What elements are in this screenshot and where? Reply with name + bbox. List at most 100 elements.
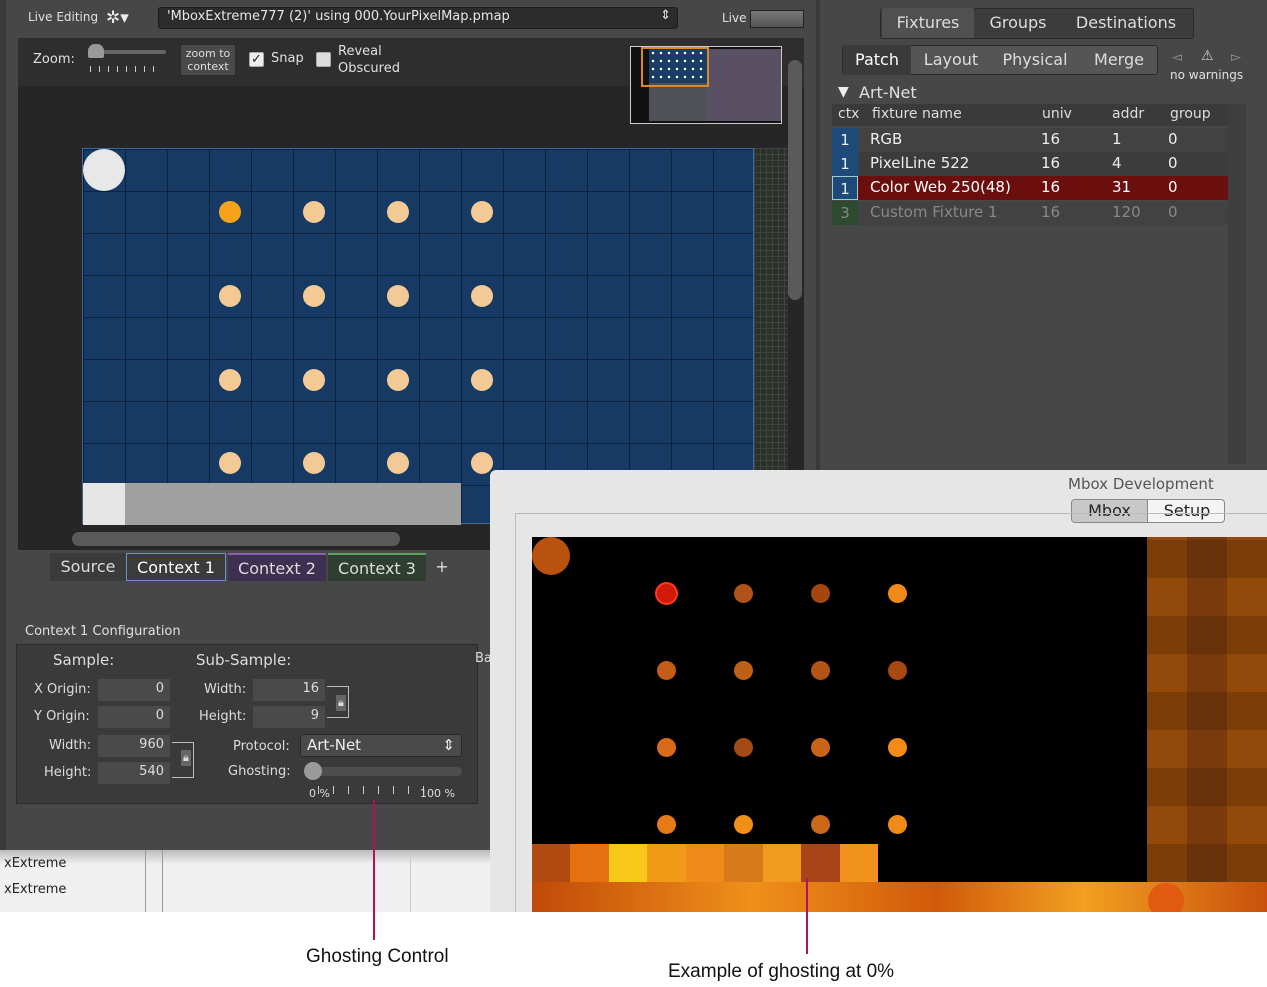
ctx-badge: 1 [832, 176, 858, 200]
cell-name: Color Web 250(48) [870, 178, 1011, 196]
tab-groups[interactable]: Groups [976, 8, 1060, 38]
tab-layout[interactable]: Layout [912, 45, 990, 75]
navigator-minimap[interactable] [630, 46, 782, 124]
horizontal-scrollbar[interactable] [72, 532, 400, 546]
width-field[interactable]: 960 [98, 735, 170, 757]
column-univ[interactable]: univ [1042, 106, 1072, 122]
y-origin-field[interactable]: 0 [98, 706, 170, 728]
vertical-scrollbar[interactable] [788, 60, 802, 300]
ghosting-callout-label: Ghosting Control [306, 946, 449, 967]
fixture-dot[interactable] [219, 285, 241, 307]
zoom-ticks [90, 66, 162, 72]
tab-merge[interactable]: Merge [1080, 45, 1158, 75]
reveal-line1: Reveal [338, 44, 382, 59]
output-dot [657, 584, 676, 603]
tab-context-1[interactable]: Context 1 [126, 553, 226, 581]
file-select[interactable]: 'MboxExtreme777 (2)' using 000.YourPixel… [158, 7, 678, 29]
fixture-dot[interactable] [471, 452, 493, 474]
column-fixture-name[interactable]: fixture name [872, 106, 962, 122]
zoom-to-context-button[interactable]: zoom to context [180, 44, 236, 76]
cell-name: RGB [870, 130, 903, 148]
tab-patch[interactable]: Patch [843, 45, 911, 75]
cell-addr: 120 [1112, 203, 1141, 221]
output-dot [811, 661, 830, 680]
subsample-heading: Sub-Sample: [196, 651, 292, 669]
minimap-viewport[interactable] [641, 47, 709, 87]
ghosting-slider[interactable] [304, 767, 462, 776]
fixture-dot[interactable] [303, 285, 325, 307]
protocol-select[interactable]: Art-Net ⇕ [300, 734, 462, 757]
cell-group: 0 [1168, 154, 1178, 172]
fixture-dot[interactable] [387, 201, 409, 223]
column-group[interactable]: group [1170, 106, 1211, 122]
table-row[interactable]: 1 RGB 16 1 0 [832, 128, 1246, 152]
canvas-offmap-area [754, 148, 788, 524]
mbox-window-title: Mbox Development [1068, 475, 1214, 493]
example-callout-line [806, 878, 808, 954]
fixture-dot[interactable] [387, 285, 409, 307]
pixel [570, 844, 609, 882]
table-row[interactable]: 1 PixelLine 522 16 4 0 [832, 152, 1246, 176]
fixture-dot[interactable] [471, 285, 493, 307]
tab-source[interactable]: Source [50, 553, 126, 581]
mode-label: Live Editing [28, 10, 99, 24]
live-toggle[interactable] [750, 10, 804, 28]
pixel [685, 844, 725, 882]
cell-addr: 4 [1112, 154, 1122, 172]
lock-icon[interactable]: 🔒︎ [336, 695, 346, 711]
pixel [532, 844, 571, 882]
tab-fixtures[interactable]: Fixtures [882, 8, 974, 38]
gear-icon[interactable]: ✲▾ [106, 8, 129, 28]
arrow-right-icon[interactable]: ▻ [1231, 50, 1241, 65]
fixture-dot[interactable] [303, 201, 325, 223]
ghosting-max-label: 100 % [420, 787, 455, 800]
ghosting-slider-thumb[interactable] [304, 762, 322, 780]
y-origin-label: Y Origin: [34, 709, 90, 724]
snap-label: Snap [271, 51, 304, 66]
fixture-dot[interactable] [219, 452, 241, 474]
mbox-output-preview [532, 537, 1267, 912]
zoom-slider-thumb[interactable] [88, 44, 104, 58]
sub-width-field[interactable]: 16 [253, 679, 325, 701]
add-context-button[interactable]: + [428, 553, 456, 581]
tab-context-3[interactable]: Context 3 [328, 553, 426, 581]
pixel-line-fixture[interactable] [125, 483, 461, 525]
cell-addr: 1 [1112, 130, 1122, 148]
snap-checkbox[interactable]: ✓ [249, 52, 264, 67]
tab-destinations[interactable]: Destinations [1062, 8, 1190, 38]
fixture-dot[interactable] [83, 149, 125, 191]
disclosure-triangle-icon[interactable]: ▼ [838, 84, 849, 100]
sub-height-field[interactable]: 9 [253, 706, 325, 728]
pixel [647, 844, 686, 882]
x-origin-field[interactable]: 0 [98, 679, 170, 701]
list-item[interactable]: xExtreme [4, 882, 66, 897]
fixture-dot[interactable] [387, 369, 409, 391]
group-header: Art-Net [859, 83, 917, 102]
column-ctx[interactable]: ctx [838, 106, 859, 122]
x-origin-label: X Origin: [34, 682, 91, 697]
fixture-dot[interactable] [387, 452, 409, 474]
arrow-left-icon[interactable]: ◅ [1172, 50, 1182, 65]
fixture-dot[interactable] [219, 369, 241, 391]
fixture-dot[interactable] [471, 201, 493, 223]
table-row[interactable]: 3 Custom Fixture 1 16 120 0 [832, 201, 1246, 225]
list-item[interactable]: xExtreme [4, 856, 66, 871]
warning-icon: ⚠ [1201, 48, 1214, 64]
fixture-dot-selected[interactable] [219, 201, 241, 223]
reveal-obscured-checkbox[interactable] [316, 52, 331, 67]
tab-context-2[interactable]: Context 2 [228, 553, 326, 581]
fixture-dot[interactable] [303, 369, 325, 391]
ghosting-min-label: 0 % [309, 787, 330, 800]
fixture-dot[interactable] [303, 452, 325, 474]
fixture-dot[interactable] [471, 369, 493, 391]
height-field[interactable]: 540 [98, 762, 170, 784]
lock-icon[interactable]: 🔒︎ [181, 750, 191, 766]
pixel-map-canvas[interactable] [82, 148, 754, 525]
table-scrollbar[interactable] [1228, 104, 1246, 464]
tab-physical[interactable]: Physical [991, 45, 1079, 75]
fire-source-blocks [1147, 537, 1267, 882]
pixel-line-cell[interactable] [83, 483, 125, 525]
minimap-right [707, 49, 781, 121]
column-addr[interactable]: addr [1112, 106, 1144, 122]
table-row-selected[interactable]: 1 Color Web 250(48) 16 31 0 [832, 176, 1246, 200]
